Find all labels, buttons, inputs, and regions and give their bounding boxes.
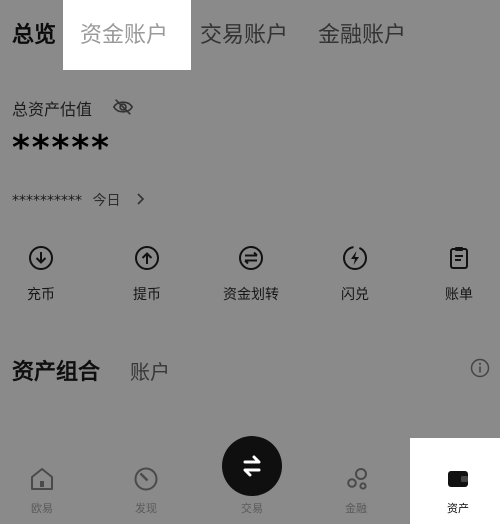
nav-assets-label: 资产 [447, 502, 469, 515]
nav-home[interactable]: 欧易 [2, 466, 82, 516]
nav-finance-label: 金融 [345, 502, 367, 515]
bill-button[interactable]: 账单 [424, 244, 494, 304]
info-icon[interactable] [470, 358, 490, 378]
finance-icon [347, 468, 367, 490]
transfer-button[interactable]: 资金划转 [216, 244, 286, 304]
deposit-icon [29, 246, 53, 270]
deposit-button[interactable]: 充币 [6, 244, 76, 304]
nav-trade-label: 交易 [241, 502, 263, 515]
home-icon [31, 468, 53, 490]
flash-convert-button[interactable]: 闪兑 [320, 244, 390, 304]
trade-swap-icon [243, 455, 261, 477]
today-pnl-value: ********** [12, 193, 82, 209]
nav-finance[interactable]: 金融 [316, 466, 396, 516]
withdraw-button[interactable]: 提币 [112, 244, 182, 304]
portfolio-title[interactable]: 资产组合 [12, 354, 100, 386]
chevron-right-icon [137, 193, 145, 209]
withdraw-icon [135, 246, 159, 270]
total-assets-label: 总资产估值 [12, 100, 93, 119]
nav-assets[interactable]: 资产 [418, 466, 498, 516]
discover-icon [134, 467, 158, 491]
bill-icon [450, 247, 468, 269]
flash-convert-label: 闪兑 [341, 287, 369, 303]
portfolio-tab-account[interactable]: 账户 [130, 356, 170, 385]
transfer-label: 资金划转 [223, 287, 279, 303]
deposit-label: 充币 [27, 287, 55, 303]
tab-finance-account[interactable]: 金融账户 [318, 20, 406, 52]
total-assets-value: ***** [12, 128, 111, 168]
bill-label: 账单 [445, 287, 473, 303]
tab-funding-account[interactable]: 资金账户 [80, 20, 168, 52]
tab-trading-account[interactable]: 交易账户 [200, 20, 288, 52]
nav-discover-label: 发现 [135, 502, 157, 515]
wallet-icon [448, 471, 468, 487]
nav-discover[interactable]: 发现 [106, 466, 186, 516]
flash-convert-icon [343, 246, 367, 270]
tab-overview[interactable]: 总览 [12, 20, 56, 52]
trade-fab-button[interactable] [222, 436, 282, 496]
hide-balance-icon[interactable] [112, 97, 134, 117]
account-tabs: 总览 资金账户 交易账户 金融账户 [0, 0, 500, 70]
nav-home-label: 欧易 [31, 502, 53, 515]
transfer-icon [239, 246, 263, 270]
withdraw-label: 提币 [133, 287, 161, 303]
today-label: 今日 [92, 193, 121, 209]
today-pnl-row[interactable]: ********** 今日 [12, 190, 145, 210]
